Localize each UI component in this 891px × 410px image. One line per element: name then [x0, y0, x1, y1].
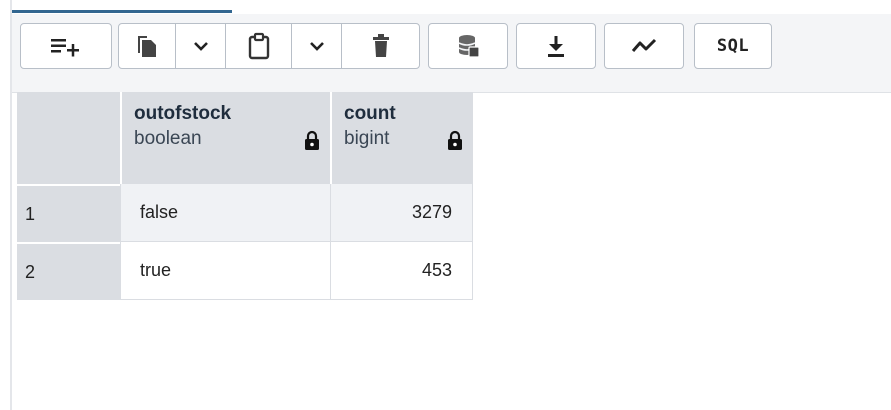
row-header-corner[interactable]	[17, 92, 120, 184]
save-data-icon	[456, 33, 480, 59]
copy-options-dropdown[interactable]	[175, 24, 225, 68]
cell-outofstock[interactable]: false	[120, 184, 330, 242]
delete-icon	[371, 33, 391, 59]
graph-visualiser-button[interactable]	[604, 23, 684, 69]
paste-options-dropdown[interactable]	[291, 24, 341, 68]
cell-outofstock[interactable]: true	[120, 242, 330, 300]
edit-button-group	[118, 23, 420, 69]
column-header-outofstock[interactable]: outofstock boolean	[120, 92, 330, 184]
cell-count[interactable]: 3279	[330, 184, 473, 242]
column-name: outofstock	[134, 103, 232, 124]
lock-icon	[304, 130, 320, 157]
save-data-button[interactable]	[428, 23, 508, 69]
chevron-down-icon	[193, 40, 209, 52]
add-row-button[interactable]	[20, 23, 112, 69]
paste-button[interactable]	[225, 24, 291, 68]
column-header-count[interactable]: count bigint	[330, 92, 473, 184]
download-icon	[545, 33, 567, 59]
paste-icon	[247, 32, 271, 60]
graph-icon	[630, 35, 658, 57]
add-row-icon	[48, 34, 84, 58]
column-type: boolean	[134, 128, 202, 149]
active-tab-indicator	[12, 10, 232, 13]
row-number[interactable]: 2	[17, 242, 120, 300]
chevron-down-icon	[309, 40, 325, 52]
sql-icon: SQL	[716, 36, 750, 56]
download-button[interactable]	[516, 23, 596, 69]
delete-button[interactable]	[341, 24, 419, 68]
copy-button[interactable]	[119, 24, 175, 68]
copy-icon	[136, 33, 158, 59]
lock-icon	[447, 130, 463, 157]
row-number[interactable]: 1	[17, 184, 120, 242]
results-toolbar: SQL	[12, 14, 891, 93]
column-name: count	[344, 103, 396, 124]
sql-button[interactable]: SQL	[694, 23, 772, 69]
cell-count[interactable]: 453	[330, 242, 473, 300]
